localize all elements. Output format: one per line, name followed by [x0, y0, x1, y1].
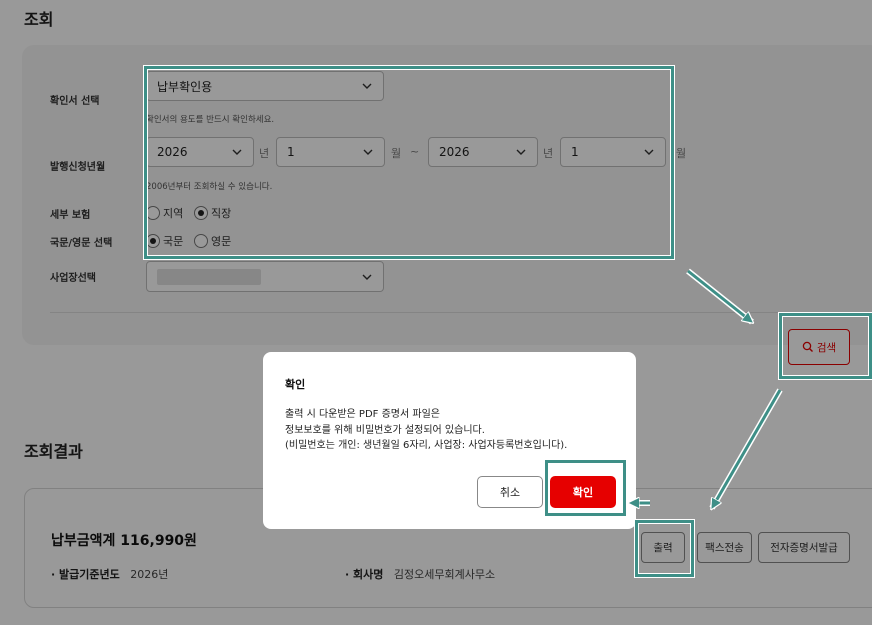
dialog-cancel-button[interactable]: 취소 — [477, 476, 543, 508]
dialog-confirm-label: 확인 — [572, 486, 594, 499]
dialog-confirm-button[interactable]: 확인 — [550, 476, 616, 508]
modal-backdrop[interactable] — [0, 0, 872, 625]
dialog-cancel-label: 취소 — [499, 486, 521, 499]
dialog-message-line1: 출력 시 다운받은 PDF 증명서 파일은 — [285, 409, 440, 420]
dialog-message: 출력 시 다운받은 PDF 증명서 파일은 정보보호를 위해 비밀번호가 설정되… — [285, 407, 567, 454]
dialog-message-line3: (비밀번호는 개인: 생년월일 6자리, 사업장: 사업자등록번호입니다). — [285, 440, 568, 451]
dialog-message-line2: 정보보호를 위해 비밀번호가 설정되어 있습니다. — [285, 424, 485, 436]
confirm-dialog: 확인 출력 시 다운받은 PDF 증명서 파일은 정보보호를 위해 비밀번호가 … — [263, 352, 636, 529]
dialog-title: 확인 — [285, 378, 306, 391]
